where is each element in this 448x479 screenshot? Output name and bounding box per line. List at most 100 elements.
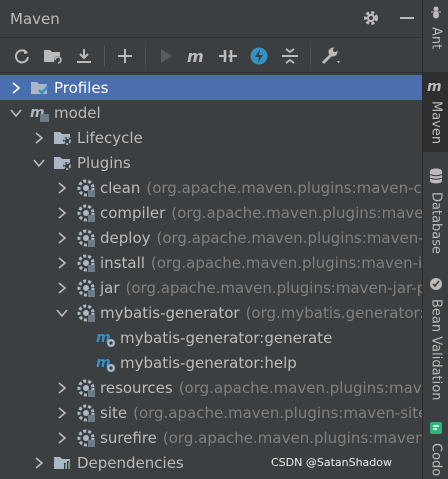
plugin-coordinates: (org.mybatis.generator:m: [245, 303, 422, 322]
tab-label: Maven: [428, 101, 444, 145]
tree-node-label: Profiles: [54, 78, 109, 97]
tree-node-plugin-site[interactable]: site (org.apache.maven.plugins:maven-sit…: [0, 400, 422, 425]
skip-tests-icon[interactable]: [245, 43, 272, 69]
maven-project-tree: Profiles m model Lifecycle Plugins clean…: [0, 74, 422, 479]
plugin-coordinates: (org.apache.maven.plugins:maven-jar-plu: [125, 278, 422, 297]
chevron-right-icon[interactable]: [54, 230, 70, 246]
chevron-right-icon[interactable]: [31, 130, 47, 146]
toolbar-divider: [104, 45, 105, 66]
chevron-right-icon[interactable]: [54, 255, 70, 271]
svg-text:m: m: [427, 79, 442, 93]
title-bar: Maven: [0, 0, 422, 38]
plugin-name: resources: [100, 378, 173, 397]
tree-node-plugin-install[interactable]: install (org.apache.maven.plugins:maven-…: [0, 250, 422, 275]
plugin-icon: [76, 428, 96, 448]
plugin-icon: [76, 178, 96, 198]
plugin-icon: [76, 228, 96, 248]
tree-node-plugin-compiler[interactable]: compiler (org.apache.maven.plugins:maven…: [0, 200, 422, 225]
ant-icon: [429, 4, 443, 23]
title-actions: [360, 6, 418, 30]
plugin-name: surefire: [100, 428, 157, 447]
tree-node-plugin-clean[interactable]: clean (org.apache.maven.plugins:maven-cl…: [0, 175, 422, 200]
tree-node-plugin-jar[interactable]: jar (org.apache.maven.plugins:maven-jar-…: [0, 275, 422, 300]
chevron-right-icon[interactable]: [54, 280, 70, 296]
tab-label: Database: [428, 192, 444, 255]
plugin-coordinates: (org.apache.maven.plugins:maven-de: [156, 228, 423, 247]
goal-label: mybatis-generator:generate: [120, 328, 333, 347]
panel-title: Maven: [10, 10, 60, 28]
codo-icon: [429, 420, 443, 439]
watermark: CSDN @SatanShadow: [270, 456, 392, 469]
plugin-coordinates: (org.apache.maven.plugins:maven-ins: [150, 253, 422, 272]
right-tool-strip: Ant m Maven Database Bean Validation Cod…: [422, 0, 448, 479]
reload-icon[interactable]: [8, 43, 35, 69]
dependencies-folder-icon: [53, 453, 73, 473]
plugins-folder-icon: [53, 153, 73, 173]
plugin-icon: [76, 403, 96, 423]
tree-node-plugin-surefire[interactable]: surefire (org.apache.maven.plugins:maven…: [0, 425, 422, 450]
plugin-coordinates: (org.apache.maven.plugins:maven-: [171, 203, 422, 222]
tree-node-label: Plugins: [77, 153, 131, 172]
plugin-icon: [76, 203, 96, 223]
plugin-name: jar: [100, 278, 120, 297]
tree-node-profiles[interactable]: Profiles: [0, 75, 422, 100]
tree-node-plugin-deploy[interactable]: deploy (org.apache.maven.plugins:maven-d…: [0, 225, 422, 250]
tree-node-goal-help[interactable]: m mybatis-generator:help: [0, 350, 422, 375]
plugin-coordinates: (org.apache.maven.plugins:maven: [178, 378, 422, 397]
chevron-right-icon[interactable]: [31, 455, 47, 471]
plugin-name: deploy: [100, 228, 151, 247]
plugin-icon: [76, 253, 96, 273]
maven-goal-icon[interactable]: m: [183, 43, 210, 69]
plugin-icon: [76, 303, 96, 323]
tree-node-plugin-resources[interactable]: resources (org.apache.maven.plugins:mave…: [0, 375, 422, 400]
plugin-name: site: [100, 403, 128, 422]
tab-database[interactable]: Database: [423, 168, 448, 258]
plus-icon[interactable]: [111, 43, 138, 69]
chevron-right-icon[interactable]: [54, 205, 70, 221]
chevron-down-icon[interactable]: [54, 305, 70, 321]
goal-label: mybatis-generator:help: [120, 353, 297, 372]
chevron-down-icon[interactable]: [8, 105, 24, 121]
tree-node-model[interactable]: m model: [0, 100, 422, 125]
plugin-coordinates: (org.apache.maven.plugins:maven-s: [162, 428, 422, 447]
tab-codo[interactable]: Codo: [423, 420, 448, 479]
plugin-name: clean: [100, 178, 141, 197]
lifecycle-folder-icon: [53, 128, 73, 148]
tree-node-plugin-mybatis-generator[interactable]: mybatis-generator (org.mybatis.generator…: [0, 300, 422, 325]
chevron-right-icon[interactable]: [54, 430, 70, 446]
tab-label: Bean Validation: [428, 299, 444, 401]
settings-wrench-icon[interactable]: [317, 43, 344, 69]
collapse-all-icon[interactable]: [276, 43, 303, 69]
chevron-right-icon[interactable]: [54, 380, 70, 396]
toolbar-divider: [145, 45, 146, 66]
tab-ant[interactable]: Ant: [423, 4, 448, 66]
chevron-right-icon[interactable]: [8, 80, 24, 96]
gear-icon[interactable]: [360, 6, 382, 30]
bean-validation-icon: [429, 276, 443, 295]
chevron-right-icon[interactable]: [54, 180, 70, 196]
maven-tool-window: Maven m Profiles m model Lifecycle Plugi…: [0, 0, 422, 479]
plugin-name: mybatis-generator: [100, 303, 240, 322]
tree-node-plugins[interactable]: Plugins: [0, 150, 422, 175]
toolbar-divider: [310, 45, 311, 66]
tree-node-lifecycle[interactable]: Lifecycle: [0, 125, 422, 150]
toggle-offline-icon[interactable]: [214, 43, 241, 69]
tree-node-goal-generate[interactable]: m mybatis-generator:generate: [0, 325, 422, 350]
add-folder-icon[interactable]: [39, 43, 66, 69]
plugin-name: compiler: [100, 203, 166, 222]
tab-bean-validation[interactable]: Bean Validation: [423, 276, 448, 406]
download-icon[interactable]: [70, 43, 97, 69]
profiles-folder-icon: [30, 78, 50, 98]
maven-icon: m: [427, 78, 445, 97]
chevron-right-icon[interactable]: [54, 405, 70, 421]
plugin-coordinates: (org.apache.maven.plugins:maven-clea: [146, 178, 422, 197]
minimize-icon[interactable]: [396, 6, 418, 30]
database-icon: [429, 168, 443, 188]
maven-goal-icon: m: [96, 353, 116, 373]
tab-label: Ant: [428, 27, 444, 50]
maven-module-icon: m: [30, 103, 50, 123]
tab-maven[interactable]: m Maven: [423, 72, 448, 152]
run-icon[interactable]: [152, 43, 179, 69]
chevron-down-icon[interactable]: [31, 155, 47, 171]
plugin-coordinates: (org.apache.maven.plugins:maven-site-p: [133, 403, 422, 422]
